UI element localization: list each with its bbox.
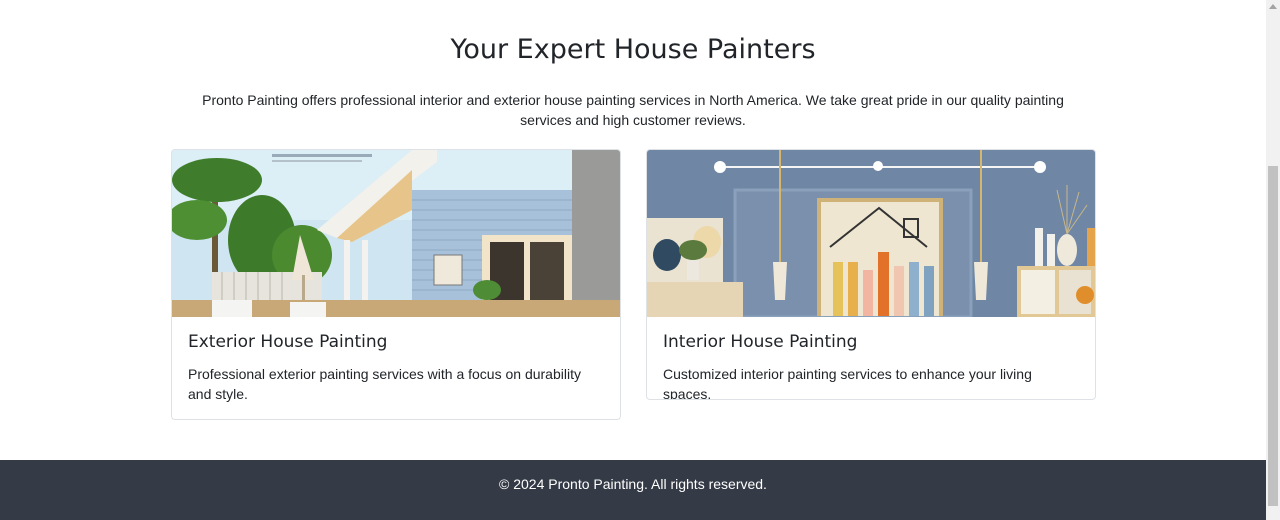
interior-room-image <box>647 150 1095 317</box>
card-title: Interior House Painting <box>663 332 858 352</box>
section-heading: Your Expert House Painters <box>450 34 816 65</box>
copyright-text: © 2024 Pronto Painting. All rights reser… <box>499 476 767 492</box>
scroll-up-arrow-icon[interactable] <box>1266 0 1280 14</box>
card-text: Professional exterior painting services … <box>188 366 581 402</box>
section-intro: Pronto Painting offers professional inte… <box>202 92 1064 128</box>
card-text: Customized interior painting services to… <box>663 366 1032 400</box>
scrollbar-thumb[interactable] <box>1268 166 1278 506</box>
service-card-exterior: Exterior House Painting Professional ext… <box>171 149 621 420</box>
card-title: Exterior House Painting <box>188 332 388 352</box>
page-scrollbar[interactable] <box>1266 0 1280 520</box>
service-card-interior: Interior House Painting Customized inter… <box>646 149 1096 400</box>
site-footer: © 2024 Pronto Painting. All rights reser… <box>0 460 1266 520</box>
page: Your Expert House Painters Pronto Painti… <box>0 0 1266 520</box>
exterior-house-image <box>172 150 620 317</box>
